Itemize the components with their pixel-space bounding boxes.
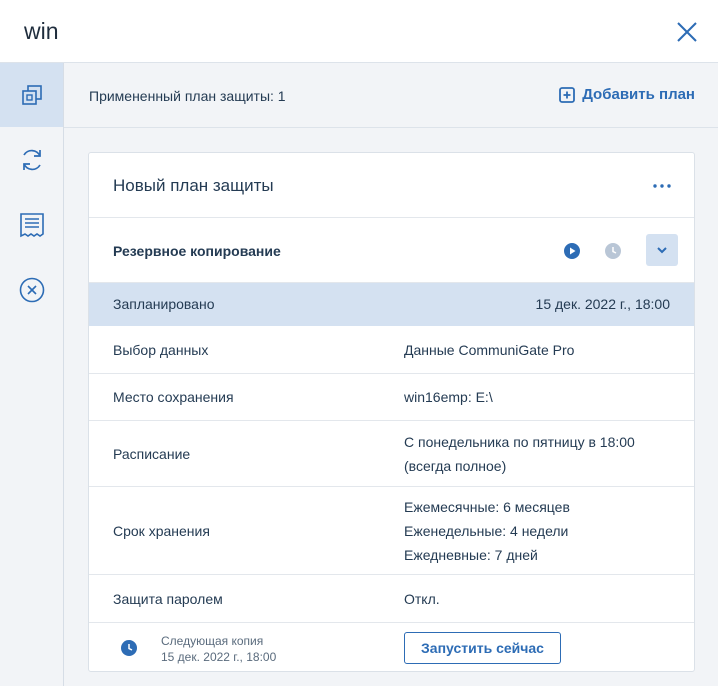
play-icon[interactable] <box>564 243 580 259</box>
add-square-icon <box>559 86 576 103</box>
plan-card-header: Новый план защиты <box>89 153 694 218</box>
plan-bar: Примененный план защиты: 1 Добавить план <box>64 63 718 128</box>
row-scheduled: Запланировано 15 дек. 2022 г., 18:00 <box>89 283 694 326</box>
plan-name: Новый план защиты <box>113 176 274 195</box>
document-list-icon <box>19 213 44 238</box>
sync-icon <box>22 149 41 171</box>
backup-module-header: Резервное копирование <box>89 218 694 283</box>
row-schedule: Расписание С понедельника по пятницу в 1… <box>89 421 694 487</box>
chevron-down-icon <box>657 247 667 254</box>
row-value[interactable]: Откл. <box>404 587 440 611</box>
row-destination: Место сохранения win16emp: E:\ <box>89 374 694 421</box>
clock-icon <box>121 640 137 656</box>
row-label: Запланировано <box>113 296 215 312</box>
main-panel: Примененный план защиты: 1 Добавить план… <box>64 63 718 686</box>
row-data-selection: Выбор данных Данные CommuniGate Pro <box>89 326 694 374</box>
close-circle-icon <box>19 277 44 303</box>
sidebar-item-activities[interactable] <box>0 193 63 257</box>
module-title: Резервное копирование <box>113 243 281 259</box>
row-value[interactable]: С понедельника по пятницу в 18:00 (всегд… <box>404 430 635 478</box>
row-password-protection: Защита паролем Откл. <box>89 575 694 623</box>
row-label: Расписание <box>113 446 191 462</box>
value-line: Ежемесячные: 6 месяцев <box>404 499 570 515</box>
collapse-toggle-button[interactable] <box>646 234 678 266</box>
schedule-clock-icon[interactable] <box>605 243 621 259</box>
add-plan-button[interactable]: Добавить план <box>559 86 695 103</box>
value-line: Еженедельные: 4 недели <box>404 523 569 539</box>
value-line: (всегда полное) <box>404 458 507 474</box>
sidebar-item-cancel[interactable] <box>0 258 63 322</box>
sidebar-item-sync[interactable] <box>0 128 63 192</box>
value-line: С понедельника по пятницу в 18:00 <box>404 434 635 450</box>
applied-plan-count: Примененный план защиты: 1 <box>89 88 286 104</box>
row-value[interactable]: Данные CommuniGate Pro <box>404 338 574 362</box>
window-header: win <box>0 0 718 63</box>
shield-copy-icon <box>21 85 42 105</box>
add-plan-label: Добавить план <box>582 86 695 103</box>
row-label: Выбор данных <box>113 342 209 358</box>
window-title: win <box>24 18 59 44</box>
row-value[interactable]: win16emp: E:\ <box>404 385 493 409</box>
row-value[interactable]: Ежемесячные: 6 месяцев Еженедельные: 4 н… <box>404 495 570 567</box>
value-line: Ежедневные: 7 дней <box>404 547 538 563</box>
row-label: Срок хранения <box>113 523 210 539</box>
row-retention: Срок хранения Ежемесячные: 6 месяцев Еже… <box>89 487 694 575</box>
next-backup-label: Следующая копия <box>161 634 264 648</box>
row-label: Место сохранения <box>113 389 234 405</box>
close-icon[interactable] <box>674 19 700 45</box>
run-now-button[interactable]: Запустить сейчас <box>404 632 561 664</box>
plan-card: Новый план защиты Резервное копирование <box>88 152 695 672</box>
row-value: 15 дек. 2022 г., 18:00 <box>535 296 670 312</box>
more-options-icon[interactable] <box>651 181 673 191</box>
row-label: Защита паролем <box>113 591 223 607</box>
next-backup-date: 15 дек. 2022 г., 18:00 <box>161 650 277 664</box>
sidebar <box>0 63 64 686</box>
sidebar-item-protection[interactable] <box>0 63 63 127</box>
plan-card-footer: Следующая копия 15 дек. 2022 г., 18:00 З… <box>89 623 694 671</box>
